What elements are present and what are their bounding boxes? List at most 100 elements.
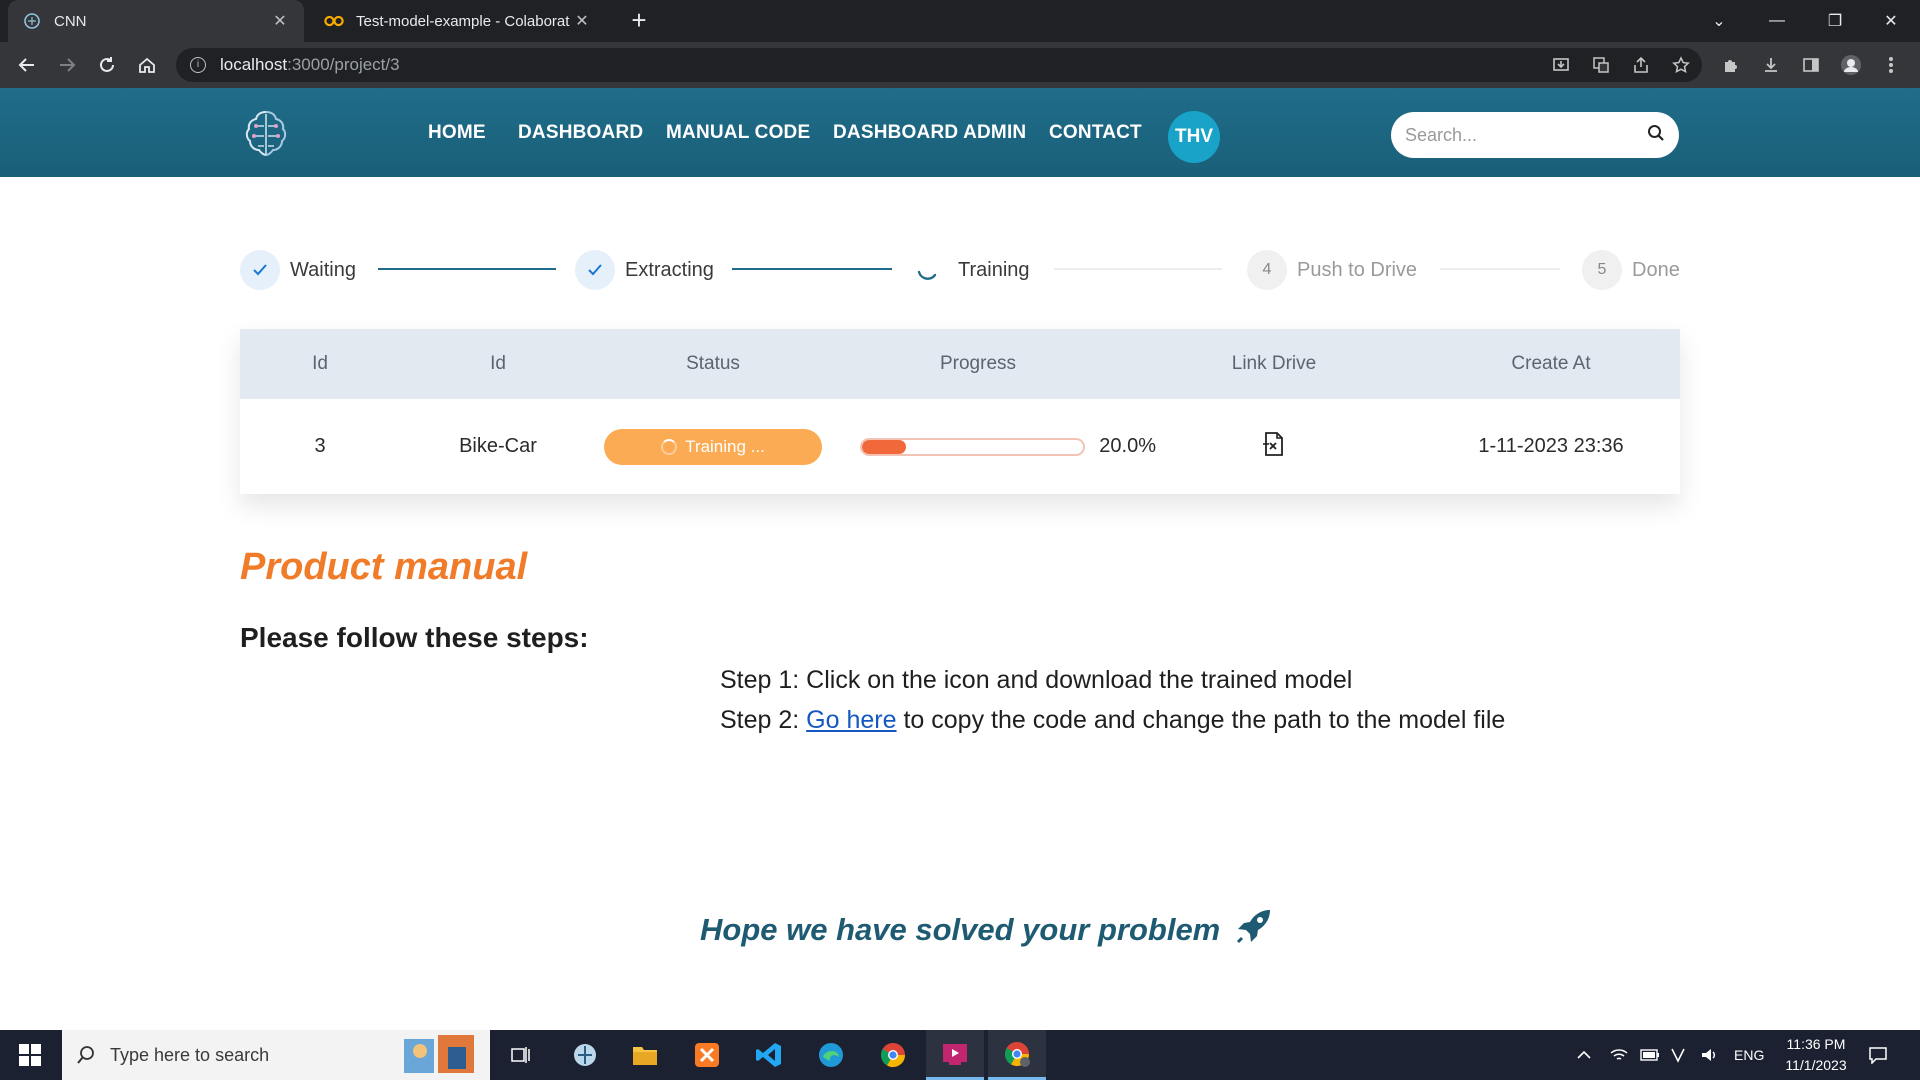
- tab-title: CNN: [54, 12, 87, 30]
- clock-time: 11:36 PM: [1786, 1036, 1846, 1052]
- manual-title: Product manual: [240, 546, 528, 588]
- step-label: Waiting: [290, 258, 356, 281]
- volume-icon[interactable]: [1700, 1030, 1718, 1080]
- app-brain-icon[interactable]: [556, 1030, 614, 1080]
- profile-icon[interactable]: [1836, 50, 1866, 80]
- chrome-profile-icon[interactable]: [988, 1030, 1046, 1080]
- check-icon: [240, 250, 280, 290]
- step2-suffix: to copy the code and change the path to …: [896, 706, 1506, 734]
- translate-icon[interactable]: [1586, 50, 1616, 80]
- media-app-icon[interactable]: [926, 1030, 984, 1080]
- bookmark-star-icon[interactable]: [1666, 50, 1696, 80]
- cell-id: 3: [314, 435, 326, 457]
- extensions-puzzle-icon[interactable]: [1716, 50, 1746, 80]
- vscode-icon[interactable]: [740, 1030, 798, 1080]
- system-clock[interactable]: 11:36 PM 11/1/2023: [1772, 1034, 1860, 1076]
- network-icon[interactable]: [1610, 1030, 1628, 1080]
- manual-step-2: Step 2: Go here to copy the code and cha…: [720, 706, 1505, 735]
- browser-menu-icon[interactable]: [1876, 50, 1906, 80]
- progress-bar: [860, 437, 1086, 456]
- go-here-link[interactable]: Go here: [806, 706, 896, 734]
- tab-search-chevron-icon[interactable]: ⌄: [1690, 0, 1748, 42]
- reload-icon[interactable]: [92, 50, 122, 80]
- step-connector: [1054, 268, 1222, 270]
- site-info-icon[interactable]: i: [190, 57, 206, 73]
- closing-text: Hope we have solved your problem: [700, 912, 1221, 947]
- nav-dashboard-admin[interactable]: DASHBOARD ADMIN: [833, 122, 1026, 144]
- browser-tab-colab[interactable]: Test-model-example - Colaborat ✕: [310, 0, 606, 42]
- tab-close-icon[interactable]: ✕: [572, 11, 592, 31]
- file-export-icon[interactable]: [1262, 431, 1286, 463]
- rocket-icon: [1234, 906, 1274, 954]
- step-label: Extracting: [625, 258, 714, 281]
- browser-tab-bar: CNN ✕ Test-model-example - Colaborat ✕ +…: [0, 0, 1920, 42]
- step-waiting: Waiting: [240, 250, 356, 290]
- clock-date: 11/1/2023: [1785, 1057, 1847, 1073]
- search-icon[interactable]: [1647, 124, 1665, 147]
- status-badge: Training ...: [604, 428, 822, 465]
- step-connector: [378, 268, 556, 270]
- closing-message: Hope we have solved your problem: [700, 906, 1274, 954]
- url-path: :3000/project/3: [287, 55, 400, 74]
- col-header-progress: Progress: [939, 353, 1017, 374]
- language-indicator[interactable]: ENG: [1734, 1030, 1764, 1080]
- col-header-create-at: Create At: [1511, 353, 1591, 374]
- forward-icon[interactable]: [52, 50, 82, 80]
- site-search: [1391, 112, 1679, 158]
- battery-icon[interactable]: [1640, 1030, 1660, 1080]
- col-header-name-id: Id: [490, 353, 506, 374]
- taskbar-search-icon: [77, 1046, 94, 1064]
- tab-close-icon[interactable]: ✕: [270, 11, 290, 31]
- step2-prefix: Step 2:: [720, 706, 807, 734]
- home-icon[interactable]: [132, 50, 162, 80]
- close-window-icon[interactable]: ✕: [1862, 0, 1920, 42]
- col-header-status: Status: [686, 353, 740, 374]
- install-app-icon[interactable]: [1546, 50, 1576, 80]
- cell-link-drive: [1126, 399, 1422, 494]
- edge-icon[interactable]: [802, 1030, 860, 1080]
- nav-contact[interactable]: CONTACT: [1049, 122, 1142, 144]
- side-panel-icon[interactable]: [1796, 50, 1826, 80]
- nav-dashboard[interactable]: DASHBOARD: [518, 122, 643, 144]
- vpn-icon[interactable]: [1670, 1030, 1686, 1080]
- downloads-icon[interactable]: [1756, 50, 1786, 80]
- col-header-id: Id: [312, 353, 328, 374]
- tab-title: Test-model-example - Colaborat: [356, 12, 570, 30]
- xampp-icon[interactable]: [678, 1030, 736, 1080]
- restore-icon[interactable]: ❐: [1806, 0, 1864, 42]
- brain-logo-icon[interactable]: [238, 106, 294, 162]
- url-field[interactable]: i localhost:3000/project/3: [176, 48, 1702, 82]
- taskbar-search-placeholder: Type here to search: [110, 1044, 270, 1065]
- spinner-icon: [661, 438, 678, 455]
- nav-manual-code[interactable]: MANUAL CODE: [666, 122, 810, 144]
- browser-tab-cnn[interactable]: CNN ✕: [8, 0, 304, 42]
- chrome-icon[interactable]: [864, 1030, 922, 1080]
- search-input[interactable]: [1405, 124, 1647, 146]
- step-connector: [1440, 268, 1560, 270]
- step-done: 5 Done: [1582, 250, 1680, 290]
- windows-start-icon[interactable]: [0, 1030, 60, 1080]
- tray-chevron-icon[interactable]: [1576, 1030, 1592, 1080]
- step-connector: [732, 268, 892, 270]
- check-icon: [575, 250, 615, 290]
- nav-home[interactable]: HOME: [428, 122, 486, 144]
- notifications-icon[interactable]: [1868, 1030, 1888, 1080]
- cell-status: Training ...: [596, 399, 830, 494]
- col-header-link-drive: Link Drive: [1231, 353, 1317, 374]
- file-explorer-icon[interactable]: [616, 1030, 674, 1080]
- minimize-icon[interactable]: —: [1748, 0, 1806, 42]
- project-table: Id Id Status Progress Link Drive Create …: [240, 329, 1680, 494]
- share-icon[interactable]: [1626, 50, 1656, 80]
- brain-favicon-icon: [22, 11, 42, 31]
- address-bar-row: i localhost:3000/project/3: [0, 42, 1920, 88]
- taskbar-search[interactable]: Type here to search: [62, 1030, 490, 1080]
- table-header: Id Id Status Progress Link Drive Create …: [240, 329, 1680, 399]
- back-icon[interactable]: [12, 50, 42, 80]
- cell-progress: 20.0%: [860, 399, 1156, 494]
- user-avatar[interactable]: THV: [1168, 111, 1220, 163]
- step-number: 4: [1247, 250, 1287, 290]
- new-tab-icon[interactable]: +: [624, 6, 654, 36]
- cell-name: Bike-Car: [459, 435, 537, 457]
- task-view-icon[interactable]: [492, 1030, 550, 1080]
- status-text: Training ...: [685, 436, 765, 456]
